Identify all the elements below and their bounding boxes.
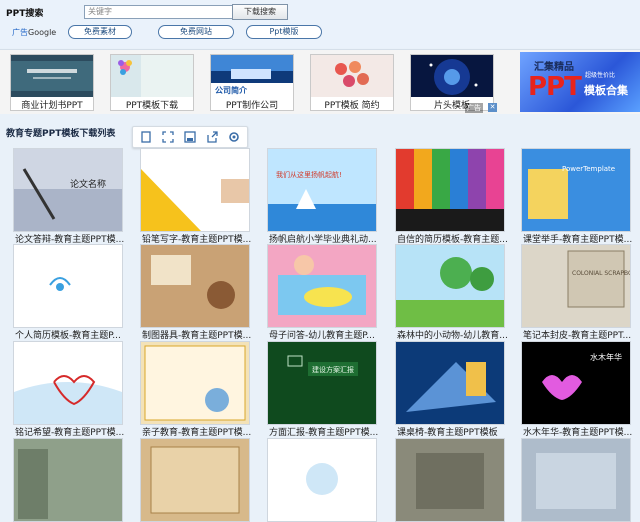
search-button[interactable]: 下载搜索 <box>232 4 288 20</box>
search-input[interactable]: 关键字 <box>84 5 234 19</box>
template-tile[interactable] <box>13 341 123 425</box>
company-overlay-text: 公司简介 <box>215 86 247 95</box>
template-tile[interactable]: 建设方案汇报 <box>267 341 377 425</box>
ad-tag: 广告 <box>465 103 483 113</box>
template-tile[interactable] <box>13 244 123 328</box>
template-tile[interactable] <box>140 341 250 425</box>
template-caption[interactable]: 水木年华-教育主题PPT模... <box>523 425 637 438</box>
template-tile[interactable] <box>395 244 505 328</box>
ad-banner[interactable]: 汇集精品 PPT 超级性价比 模板合集 <box>520 52 640 112</box>
template-tile[interactable] <box>395 148 505 232</box>
banner-set: 模板合集 <box>584 84 628 97</box>
search-label: PPT搜索 <box>6 9 44 19</box>
template-caption[interactable]: 笔记本封皮-教育主题PPT... <box>523 328 637 341</box>
template-tile[interactable] <box>395 438 505 522</box>
template-caption[interactable]: 铭记希望-教育主题PPT模... <box>15 425 129 438</box>
settings-icon[interactable] <box>227 130 241 144</box>
template-thumbnail <box>141 342 249 424</box>
banner-sub: 超级性价比 <box>585 72 616 79</box>
template-caption[interactable]: 制图器具-教育主题PPT模... <box>142 328 256 341</box>
template-tile[interactable] <box>140 438 250 522</box>
ad-card-ppt-download[interactable]: PPT模板下载 <box>110 54 194 111</box>
template-tile[interactable]: 水木年华 <box>521 341 631 425</box>
pill-free-websites[interactable]: 免费网站 <box>158 25 234 39</box>
template-tile[interactable] <box>521 438 631 522</box>
template-thumbnail <box>141 149 249 231</box>
google-ads-label[interactable]: 广告Google <box>12 27 56 38</box>
search-bar: PPT搜索 关键字 下载搜索 广告Google 免费素材 免费网站 Ppt模版 <box>0 0 640 48</box>
ad-caption: PPT模板下载 <box>125 101 179 111</box>
bookmark-icon[interactable] <box>139 130 153 144</box>
template-thumbnail: 建设方案汇报 <box>268 342 376 424</box>
close-icon[interactable]: ✕ <box>488 103 497 112</box>
template-thumbnail: COLONIAL SCRAPBOOK <box>522 245 630 327</box>
template-tile[interactable] <box>267 438 377 522</box>
intro-template-thumbnail <box>411 55 493 97</box>
google-brand: Google <box>28 28 57 37</box>
template-thumbnail: PowerTemplate <box>522 149 630 231</box>
template-thumbnail <box>396 245 504 327</box>
ad-caption: PPT制作公司 <box>225 101 279 111</box>
template-tile[interactable] <box>13 438 123 522</box>
template-caption[interactable]: 方面汇报-教育主题PPT模... <box>269 425 383 438</box>
ads-prefix: 广告 <box>12 28 28 37</box>
template-thumbnail: 水木年华 <box>522 342 630 424</box>
template-caption[interactable]: 个人简历模板-教育主题P... <box>15 328 129 341</box>
template-caption[interactable]: 亲子教育-教育主题PPT模... <box>142 425 256 438</box>
svg-text:PowerTemplate: PowerTemplate <box>562 165 615 173</box>
template-thumbnail <box>396 439 504 521</box>
template-thumbnail <box>268 439 376 521</box>
template-tile[interactable] <box>140 244 250 328</box>
template-thumbnail <box>141 245 249 327</box>
template-tile[interactable]: 论文名称 <box>13 148 123 232</box>
save-icon[interactable] <box>183 130 197 144</box>
template-thumbnail <box>396 342 504 424</box>
svg-text:论文名称: 论文名称 <box>70 178 106 190</box>
expand-icon[interactable] <box>161 130 175 144</box>
banner-title: 汇集精品 <box>534 62 574 73</box>
ad-card-ppt-simple[interactable]: PPT模板 简约 <box>310 54 394 111</box>
svg-text:水木年华: 水木年华 <box>590 352 622 362</box>
template-tile[interactable] <box>395 341 505 425</box>
template-thumbnail <box>14 245 122 327</box>
share-icon[interactable] <box>205 130 219 144</box>
template-tile[interactable]: PowerTemplate <box>521 148 631 232</box>
ad-card-business-plan[interactable]: 商业计划书PPT <box>10 54 94 111</box>
svg-text:建设方案汇报: 建设方案汇报 <box>312 365 354 374</box>
ad-caption: 商业计划书PPT <box>21 101 83 111</box>
business-plan-thumbnail <box>11 55 93 97</box>
template-caption[interactable]: 母子问答-幼儿教育主题P... <box>269 328 383 341</box>
template-thumbnail: 论文名称 <box>14 149 122 231</box>
svg-text:我们从这里扬帆起航!: 我们从这里扬帆起航! <box>276 170 342 179</box>
template-thumbnail <box>268 245 376 327</box>
template-tile[interactable]: 我们从这里扬帆起航! <box>267 148 377 232</box>
ad-strip: 商业计划书PPT PPT模板下载 公司简介 PPT制作公司 PPT模板 简约 片… <box>0 49 640 114</box>
pill-free-materials[interactable]: 免费素材 <box>68 25 132 39</box>
template-thumbnail <box>141 439 249 521</box>
template-caption[interactable]: 课桌椅-教育主题PPT模板 <box>397 425 511 438</box>
template-tile[interactable] <box>267 244 377 328</box>
pill-ppt-templates[interactable]: Ppt模版 <box>246 25 322 39</box>
template-tile[interactable] <box>140 148 250 232</box>
ppt-download-thumbnail <box>111 55 193 97</box>
template-thumbnail <box>14 439 122 521</box>
image-toolbar <box>132 126 248 148</box>
template-thumbnail: 我们从这里扬帆起航! <box>268 149 376 231</box>
ppt-simple-thumbnail <box>311 55 393 97</box>
template-thumbnail <box>396 149 504 231</box>
template-thumbnail <box>522 439 630 521</box>
ad-card-ppt-company[interactable]: 公司简介 PPT制作公司 <box>210 54 294 111</box>
ad-caption: PPT模板 简约 <box>324 101 380 111</box>
banner-ppt: PPT <box>528 72 582 102</box>
template-caption[interactable]: 森林中的小动物-幼儿教育... <box>397 328 511 341</box>
section-title: 教育专题PPT模板下载列表 <box>6 129 116 139</box>
template-thumbnail <box>14 342 122 424</box>
svg-text:COLONIAL SCRAPBOOK: COLONIAL SCRAPBOOK <box>572 270 630 277</box>
template-tile[interactable]: COLONIAL SCRAPBOOK <box>521 244 631 328</box>
